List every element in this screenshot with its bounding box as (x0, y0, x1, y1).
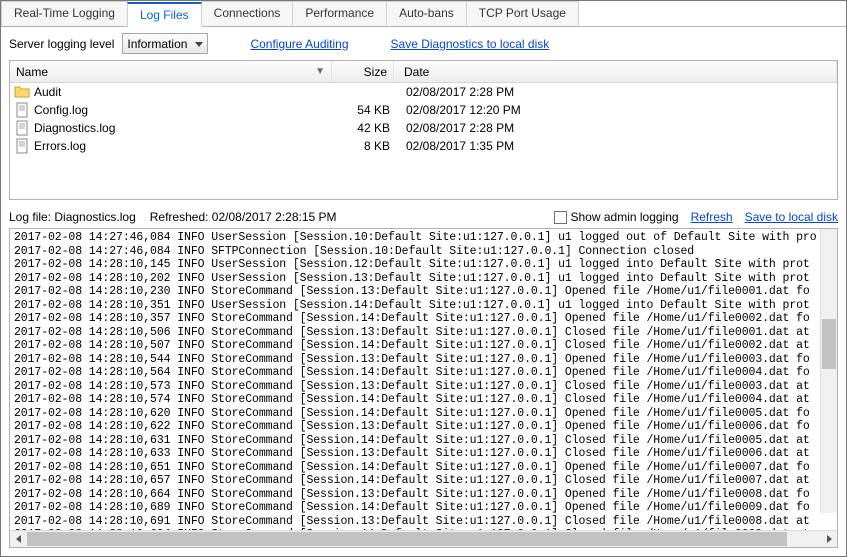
column-header-name[interactable]: Name ▼ (10, 61, 332, 82)
scrollbar-track[interactable] (27, 531, 820, 547)
file-icon (14, 138, 30, 154)
save-diagnostics-link[interactable]: Save Diagnostics to local disk (391, 37, 550, 51)
file-row[interactable]: Errors.log 8 KB 02/08/2017 1:35 PM (10, 137, 837, 155)
tab-auto-bans[interactable]: Auto-bans (386, 1, 467, 26)
tab-performance[interactable]: Performance (292, 1, 387, 26)
show-admin-logging-toggle[interactable]: Show admin logging (554, 210, 679, 224)
file-size: 8 KB (334, 139, 396, 153)
file-row[interactable]: Config.log 54 KB 02/08/2017 12:20 PM (10, 101, 837, 119)
scrollbar-thumb[interactable] (27, 532, 787, 546)
log-content[interactable]: 2017-02-08 14:27:46,084 INFO UserSession… (10, 229, 837, 530)
logging-level-label: Server logging level (9, 37, 114, 51)
file-row[interactable]: Audit 02/08/2017 2:28 PM (10, 83, 837, 101)
file-name: Errors.log (34, 139, 86, 153)
column-header-date[interactable]: Date (394, 61, 837, 82)
file-name: Audit (34, 85, 61, 99)
horizontal-scrollbar[interactable] (10, 530, 837, 547)
tab-log-files[interactable]: Log Files (127, 2, 202, 27)
scrollbar-thumb[interactable] (822, 319, 836, 369)
log-files-panel: Real-Time Logging Log Files Connections … (0, 0, 847, 557)
file-list: Name ▼ Size Date Audit 02/08/2017 2:28 P… (9, 60, 838, 200)
file-date: 02/08/2017 2:28 PM (396, 121, 835, 135)
save-to-local-disk-link[interactable]: Save to local disk (745, 210, 838, 224)
chevron-down-icon (195, 37, 203, 51)
file-icon (14, 120, 30, 136)
checkbox-icon (554, 211, 567, 224)
refreshed-label: Refreshed: 02/08/2017 2:28:15 PM (150, 210, 337, 224)
column-header-size[interactable]: Size (332, 61, 394, 82)
file-size: 54 KB (334, 103, 396, 117)
show-admin-logging-label: Show admin logging (571, 210, 679, 224)
logging-level-value: Information (127, 37, 187, 51)
log-viewer: 2017-02-08 14:27:46,084 INFO UserSession… (9, 228, 838, 548)
status-row: Log file: Diagnostics.log Refreshed: 02/… (1, 208, 846, 228)
scroll-right-arrow-icon[interactable] (820, 531, 837, 548)
scroll-left-arrow-icon[interactable] (10, 531, 27, 548)
vertical-scrollbar[interactable] (820, 229, 837, 513)
toolbar: Server logging level Information Configu… (1, 27, 846, 60)
file-icon (14, 102, 30, 118)
tab-connections[interactable]: Connections (201, 1, 294, 26)
file-name: Diagnostics.log (34, 121, 115, 135)
refresh-link[interactable]: Refresh (691, 210, 733, 224)
file-date: 02/08/2017 2:28 PM (396, 85, 835, 99)
tab-tcp-port-usage[interactable]: TCP Port Usage (466, 1, 579, 26)
sort-indicator-icon: ▼ (315, 66, 325, 77)
file-name: Config.log (34, 103, 88, 117)
file-list-rows: Audit 02/08/2017 2:28 PM Config.log 54 K… (10, 83, 837, 199)
file-list-header: Name ▼ Size Date (10, 61, 837, 83)
file-size: 42 KB (334, 121, 396, 135)
file-date: 02/08/2017 12:20 PM (396, 103, 835, 117)
folder-icon (14, 84, 30, 100)
file-date: 02/08/2017 1:35 PM (396, 139, 835, 153)
current-log-file-label: Log file: Diagnostics.log (9, 210, 136, 224)
tab-real-time-logging[interactable]: Real-Time Logging (1, 1, 128, 26)
log-text: 2017-02-08 14:27:46,084 INFO UserSession… (14, 231, 833, 530)
file-row[interactable]: Diagnostics.log 42 KB 02/08/2017 2:28 PM (10, 119, 837, 137)
logging-level-select[interactable]: Information (122, 33, 208, 54)
tab-strip: Real-Time Logging Log Files Connections … (1, 1, 846, 27)
column-header-name-text: Name (16, 65, 48, 79)
configure-auditing-link[interactable]: Configure Auditing (250, 37, 348, 51)
